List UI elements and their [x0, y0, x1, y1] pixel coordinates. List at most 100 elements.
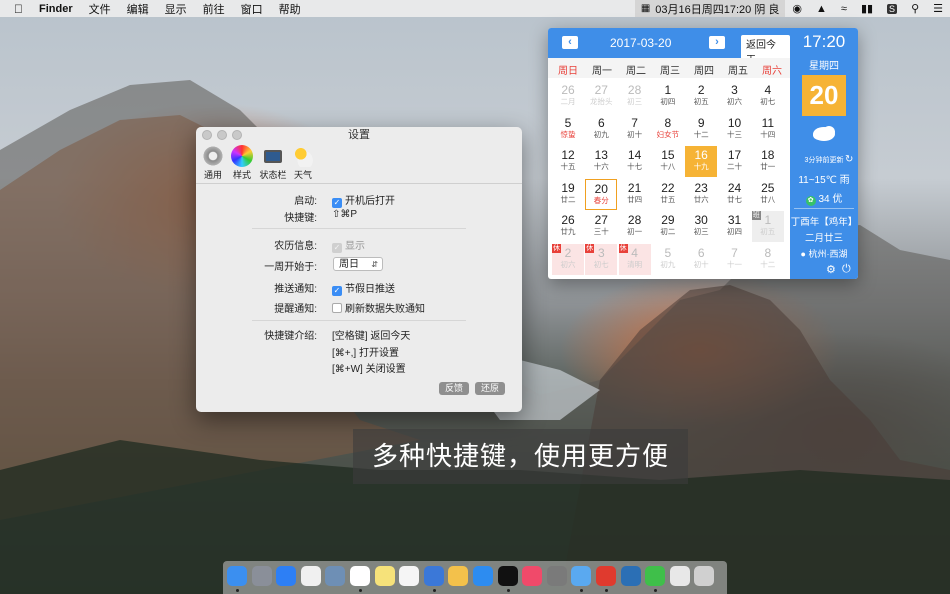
calendar-day-cell[interactable]: 4 初七 [752, 81, 784, 112]
calendar-day-cell[interactable]: 29 初二 [652, 211, 684, 242]
calendar-day-cell[interactable]: 28 初一 [619, 211, 651, 242]
calendar-day-cell[interactable]: 25 廿八 [752, 179, 784, 210]
refresh-icon[interactable]: ↻ [845, 154, 853, 165]
calendar-day-cell[interactable]: 7 十一 [719, 244, 751, 275]
mail-icon[interactable] [325, 566, 346, 586]
calendar-day-cell[interactable]: 10 十三 [719, 114, 751, 145]
day-number: 6 [597, 115, 605, 130]
calendar-day-cell[interactable]: 15 十八 [652, 146, 684, 177]
music-icon[interactable] [522, 566, 543, 586]
calendar-icon[interactable] [350, 566, 370, 586]
menu-go[interactable]: 前往 [203, 1, 225, 17]
notes-icon[interactable] [374, 566, 395, 586]
calendar-day-cell[interactable]: 27 三十 [585, 211, 617, 242]
calendar-day-cell[interactable]: 8 十二 [752, 244, 784, 275]
qq-icon[interactable] [497, 566, 518, 586]
startup-checkbox[interactable]: ✓ 开机后打开 [332, 192, 395, 208]
calendar-day-cell[interactable]: 26 二月 [552, 81, 584, 112]
calendar-day-cell[interactable]: 30 初三 [685, 211, 717, 242]
keynote-icon[interactable] [423, 566, 444, 586]
tab-weather[interactable]: 天气 [286, 145, 320, 181]
calendar-day-cell[interactable]: 5 惊蛰 [552, 114, 584, 145]
calendar-status-item[interactable]: ▦ 03月16日周四17:20 阴 良 [634, 0, 786, 17]
running-indicator [432, 589, 436, 592]
preview-icon[interactable] [571, 566, 592, 586]
list-icon[interactable]: ☰ [933, 2, 943, 15]
calendar-day-cell[interactable]: 31 初四 [719, 211, 751, 242]
app-s-icon[interactable]: S [887, 3, 898, 14]
netease-music-icon[interactable] [596, 566, 616, 586]
tab-statusbar[interactable]: 状态栏 [256, 145, 290, 181]
menu-file[interactable]: 文件 [89, 1, 111, 17]
gear-icon[interactable]: ⚙ [826, 263, 836, 276]
calendar-day-cell[interactable]: 休 2 初六 [552, 243, 584, 275]
calendar-day-cell[interactable]: 8 妇女节 [652, 114, 684, 145]
chevron-right-icon[interactable]: › [709, 36, 725, 49]
push-checkbox[interactable]: ✓ 节假日推送 [332, 280, 395, 296]
menu-view[interactable]: 显示 [165, 1, 187, 17]
appstore-icon[interactable] [473, 566, 493, 586]
feedback-button[interactable]: 反馈 [439, 382, 470, 395]
wifi-icon[interactable]: ≈ [841, 3, 847, 15]
calendar-day-cell[interactable]: 17 二十 [719, 146, 751, 177]
wechat-icon[interactable] [645, 566, 666, 586]
calendar-day-cell[interactable]: 5 初九 [652, 244, 684, 275]
menu-help[interactable]: 帮助 [279, 1, 301, 17]
calendar-day-cell[interactable]: 18 廿一 [752, 146, 784, 177]
checkbox-unchecked-icon [332, 303, 342, 313]
remind-checkbox[interactable]: 刷新数据失败通知 [332, 300, 425, 315]
photos-icon[interactable] [399, 566, 420, 586]
week-start-select[interactable]: 周日 ⇵ [333, 257, 383, 271]
calendar-day-cell[interactable]: 11 十四 [752, 114, 784, 145]
calendar-day-cell[interactable]: 22 廿五 [652, 179, 684, 210]
battery-icon[interactable]: ▮▮ [861, 2, 873, 15]
safari-icon[interactable] [276, 566, 297, 586]
lunar-label: 初二 [660, 227, 676, 236]
calendar-day-cell[interactable]: 3 初六 [719, 81, 751, 112]
calendar-header: ‹ 2017-03-20 › 返回今天 [548, 28, 790, 67]
calendar-day-cell[interactable]: 6 初九 [585, 114, 617, 145]
calendar-day-cell[interactable]: 27 龙抬头 [585, 81, 617, 112]
calendar-day-cell[interactable]: 13 十六 [585, 146, 617, 177]
calendar-day-cell[interactable]: 7 初十 [619, 114, 651, 145]
chevron-left-icon[interactable]: ‹ [562, 36, 578, 49]
restore-button[interactable]: 还原 [475, 382, 506, 395]
app-gear-icon[interactable] [620, 566, 641, 586]
calendar-day-cell[interactable]: 2 初五 [685, 81, 717, 112]
calendar-day-cell[interactable]: 26 廿九 [552, 211, 584, 242]
calendar-day-cell[interactable]: 1 初四 [652, 81, 684, 112]
menu-window[interactable]: 窗口 [241, 1, 263, 17]
calendar-day-cell[interactable]: 23 廿六 [685, 179, 717, 210]
calendar-day-cell[interactable]: 休 3 初七 [585, 243, 618, 275]
running-indicator [654, 589, 658, 592]
calendar-day-cell[interactable]: 12 十五 [552, 146, 584, 177]
calendar-day-cell[interactable]: 16 十九 [685, 146, 718, 177]
calendar-day-cell[interactable]: 28 初三 [619, 81, 651, 112]
system-prefs-icon[interactable] [546, 566, 567, 586]
apple-icon[interactable]:  [14, 2, 23, 16]
hotkey-value[interactable]: ⇧⌘P [332, 209, 357, 220]
finder-icon[interactable] [227, 566, 247, 586]
day-number: 12 [561, 148, 575, 162]
calendar-day-cell[interactable]: 9 十二 [685, 114, 717, 145]
qq-bell-icon[interactable]: ▲ [816, 3, 827, 15]
menu-app-name[interactable]: Finder [39, 3, 73, 15]
calendar-day-cell[interactable]: 20 春分 [585, 178, 618, 210]
contacts-icon[interactable] [300, 566, 321, 586]
power-icon[interactable]: ⏻ [842, 263, 851, 276]
calendar-day-cell[interactable]: 6 初十 [685, 244, 717, 275]
stickies-icon[interactable] [448, 566, 469, 586]
menu-edit[interactable]: 编辑 [127, 1, 149, 17]
launchpad-icon[interactable] [251, 566, 272, 586]
calendar-day-cell[interactable]: 21 廿四 [619, 179, 651, 210]
tab-style[interactable]: 样式 [225, 145, 259, 181]
calendar-day-cell[interactable]: 班 1 初五 [751, 211, 784, 242]
search-icon[interactable]: ⚲ [911, 2, 919, 15]
calendar-day-cell[interactable]: 19 廿二 [552, 179, 584, 210]
document-icon[interactable] [669, 566, 690, 586]
calendar-day-cell[interactable]: 休 4 清明 [618, 243, 651, 275]
trash-icon[interactable] [694, 566, 715, 586]
calendar-day-cell[interactable]: 14 十七 [619, 146, 651, 177]
wechat-icon[interactable]: ◉ [792, 2, 802, 15]
calendar-day-cell[interactable]: 24 廿七 [719, 179, 751, 210]
